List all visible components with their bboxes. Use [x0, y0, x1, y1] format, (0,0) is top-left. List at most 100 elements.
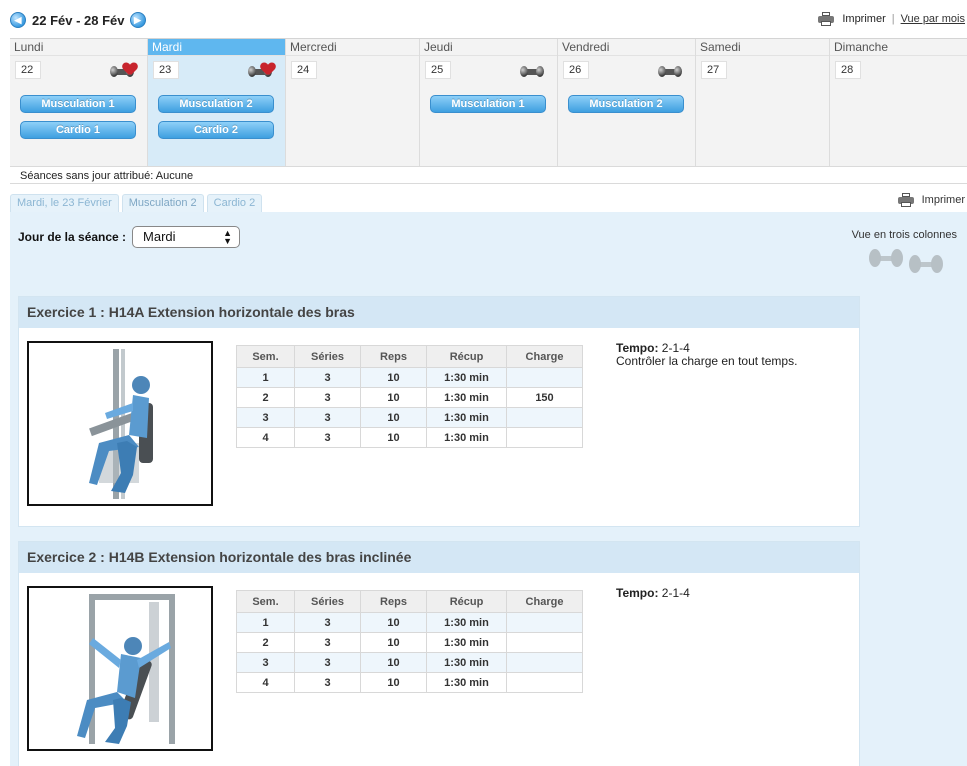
cell[interactable]: [506, 612, 583, 633]
cell: 3: [294, 407, 361, 428]
day-name: Samedi: [696, 39, 829, 56]
exercise-note: Contrôler la charge en tout temps.: [616, 354, 798, 368]
exercise-card-2: Exercice 2 : H14B Extension horizontale …: [18, 541, 860, 766]
col-sem: Sem.: [236, 590, 295, 613]
top-actions: Imprimer | Vue par mois: [818, 12, 965, 26]
separator: |: [891, 13, 895, 25]
three-column-view-link[interactable]: Vue en trois colonnes: [852, 229, 957, 241]
day-column-samedi[interactable]: Samedi 27: [696, 39, 830, 167]
cell[interactable]: [506, 672, 583, 693]
session-pill-musculation-1[interactable]: Musculation 1: [430, 95, 546, 113]
cell: 3: [294, 652, 361, 673]
day-column-vendredi[interactable]: Vendredi 26 Musculation 2: [558, 39, 696, 167]
select-arrows-icon: ▲ ▼: [223, 228, 233, 246]
day-column-dimanche[interactable]: Dimanche 28: [830, 39, 967, 167]
exercise-illustration: [27, 586, 213, 751]
session-tabs: Mardi, le 23 Février Musculation 2 Cardi…: [10, 194, 265, 212]
table-row: 3 3 10 1:30 min: [236, 652, 583, 673]
col-recup: Récup: [426, 345, 507, 368]
cell: 10: [360, 672, 427, 693]
cell[interactable]: 150: [506, 387, 583, 408]
session-panel: Jour de la séance : Mardi ▲ ▼ Vue en troi…: [10, 212, 967, 766]
cell: 10: [360, 612, 427, 633]
cell: 1:30 min: [426, 367, 507, 388]
cell: 3: [236, 407, 295, 428]
printer-icon[interactable]: [897, 193, 914, 207]
top-bar: ◀ 22 Fév - 28 Fév ▶ Imprimer | Vue par m…: [0, 0, 967, 36]
cell: 1:30 min: [426, 612, 507, 633]
cell: 1:30 min: [426, 427, 507, 448]
month-view-link[interactable]: Vue par mois: [901, 13, 965, 25]
day-name: Vendredi: [558, 39, 695, 56]
cell[interactable]: [506, 367, 583, 388]
sets-table: Sem. Séries Reps Récup Charge 1 3 10 1:3…: [236, 345, 583, 448]
day-column-mercredi[interactable]: Mercredi 24: [286, 39, 420, 167]
chevron-left-icon[interactable]: ◀: [10, 12, 26, 28]
cell: 10: [360, 407, 427, 428]
print-link[interactable]: Imprimer: [842, 13, 885, 25]
cell: 3: [294, 427, 361, 448]
session-pill-musculation-2[interactable]: Musculation 2: [158, 95, 274, 113]
print-session-link[interactable]: Imprimer: [922, 194, 965, 206]
print-session: Imprimer: [897, 193, 965, 207]
exercise-title: Exercice 2 : H14B Extension horizontale …: [19, 542, 859, 573]
cell: 10: [360, 387, 427, 408]
week-label: 22 Fév - 28 Fév: [32, 12, 125, 28]
session-pill-cardio-2[interactable]: Cardio 2: [158, 121, 274, 139]
cell[interactable]: [506, 427, 583, 448]
table-row: 2 3 10 1:30 min 150: [236, 387, 583, 408]
tab-day[interactable]: Mardi, le 23 Février: [10, 194, 119, 212]
col-reps: Reps: [360, 590, 427, 613]
table-row: 2 3 10 1:30 min: [236, 632, 583, 653]
exercise-card-1: Exercice 1 : H14A Extension horizontale …: [18, 296, 860, 527]
table-row: 3 3 10 1:30 min: [236, 407, 583, 428]
cell[interactable]: [506, 632, 583, 653]
col-sem: Sem.: [236, 345, 295, 368]
dumbbell-icon: [658, 63, 686, 79]
session-pill-cardio-1[interactable]: Cardio 1: [20, 121, 136, 139]
day-name: Lundi: [10, 39, 147, 56]
dumbbell-icon: [520, 63, 548, 79]
cell: 4: [236, 672, 295, 693]
day-column-jeudi[interactable]: Jeudi 25 Musculation 1: [420, 39, 558, 167]
cell: 3: [294, 612, 361, 633]
exercise-notes: Tempo: 2-1-4 Contrôler la charge en tout…: [616, 342, 797, 368]
session-day-row: Jour de la séance : Mardi ▲ ▼: [18, 226, 241, 248]
col-reps: Reps: [360, 345, 427, 368]
session-day-label: Jour de la séance :: [18, 230, 127, 244]
col-charge: Charge: [506, 345, 583, 368]
day-column-lundi[interactable]: Lundi 22 Musculation 1 Cardio 1: [10, 39, 148, 167]
cell: 2: [236, 632, 295, 653]
printer-icon[interactable]: [818, 12, 835, 26]
tab-cardio-2[interactable]: Cardio 2: [206, 194, 263, 212]
cell: 10: [360, 632, 427, 653]
chevron-right-icon[interactable]: ▶: [129, 12, 146, 28]
session-day-value: Mardi: [143, 229, 176, 244]
session-day-select[interactable]: Mardi ▲ ▼: [132, 226, 241, 248]
tab-musculation-2[interactable]: Musculation 2: [121, 194, 204, 212]
day-column-mardi[interactable]: Mardi 23 Musculation 2 Cardio 2: [148, 39, 286, 167]
cell: 3: [294, 632, 361, 653]
col-series: Séries: [294, 345, 361, 368]
exercise-title: Exercice 1 : H14A Extension horizontale …: [19, 297, 859, 328]
day-number: 24: [291, 61, 317, 79]
tempo-label: Tempo:: [616, 586, 659, 600]
col-series: Séries: [294, 590, 361, 613]
cell: 10: [360, 652, 427, 673]
table-row: 1 3 10 1:30 min: [236, 612, 583, 633]
cell[interactable]: [506, 407, 583, 428]
day-number: 22: [15, 61, 41, 79]
session-pill-musculation-1[interactable]: Musculation 1: [20, 95, 136, 113]
cell[interactable]: [506, 652, 583, 673]
table-row: 1 3 10 1:30 min: [236, 367, 583, 388]
cell: 1:30 min: [426, 407, 507, 428]
day-number: 26: [563, 61, 589, 79]
cell: 10: [360, 427, 427, 448]
cell: 10: [360, 367, 427, 388]
tempo-value: 2-1-4: [661, 341, 690, 355]
col-recup: Récup: [426, 590, 507, 613]
day-name: Mardi: [148, 39, 285, 56]
cell: 1:30 min: [426, 387, 507, 408]
cell: 3: [236, 652, 295, 673]
session-pill-musculation-2[interactable]: Musculation 2: [568, 95, 684, 113]
